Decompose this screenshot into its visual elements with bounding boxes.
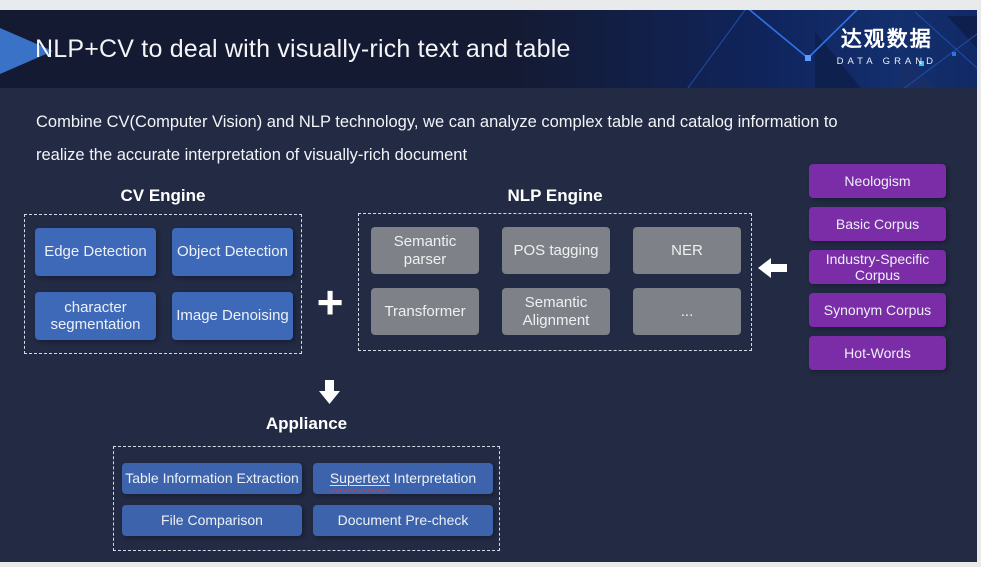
box-semantic-alignment: Semantic Alignment: [502, 288, 610, 335]
arrow-left-icon: [758, 258, 787, 278]
supertext-rest: Interpretation: [390, 470, 476, 486]
appliance-panel: Table Information Extraction Supertext I…: [113, 446, 500, 551]
box-object-detection: Object Detection: [172, 228, 293, 276]
logo-cn-text: 达观数据: [837, 27, 937, 53]
box-semantic-parser: Semantic parser: [371, 227, 479, 274]
box-basic-corpus: Basic Corpus: [809, 207, 946, 241]
box-edge-detection: Edge Detection: [35, 228, 156, 276]
box-pos-tagging: POS tagging: [502, 227, 610, 274]
box-hot-words: Hot-Words: [809, 336, 946, 370]
box-industry-specific-corpus: Industry-Specific Corpus: [809, 250, 946, 284]
slide-title: NLP+CV to deal with visually-rich text a…: [35, 10, 571, 88]
nlp-engine-title: NLP Engine: [358, 186, 752, 206]
box-document-pre-check: Document Pre-check: [313, 505, 493, 536]
description-paragraph: Combine CV(Computer Vision) and NLP tech…: [36, 106, 946, 172]
slide: NLP+CV to deal with visually-rich text a…: [0, 10, 977, 562]
box-synonym-corpus: Synonym Corpus: [809, 293, 946, 327]
box-file-comparison: File Comparison: [122, 505, 302, 536]
description-line-1: Combine CV(Computer Vision) and NLP tech…: [36, 106, 946, 139]
nlp-engine-panel: Semantic parser POS tagging NER Transfor…: [358, 213, 752, 351]
logo-en-text: DATA GRAND: [837, 56, 937, 67]
box-ner: NER: [633, 227, 741, 274]
box-character-segmentation: character segmentation: [35, 292, 156, 340]
appliance-title: Appliance: [113, 414, 500, 434]
box-ellipsis: ...: [633, 288, 741, 335]
cv-engine-panel: Edge Detection Object Detection characte…: [24, 214, 302, 354]
brand-logo: 达观数据 DATA GRAND: [837, 27, 937, 67]
box-neologism: Neologism: [809, 164, 946, 198]
box-supertext-interpretation: Supertext Interpretation: [313, 463, 493, 494]
box-table-information-extraction: Table Information Extraction: [122, 463, 302, 494]
slide-header: NLP+CV to deal with visually-rich text a…: [0, 10, 977, 88]
corpus-stack: Neologism Basic Corpus Industry-Specific…: [809, 164, 946, 370]
page-canvas: NLP+CV to deal with visually-rich text a…: [0, 0, 981, 567]
plus-icon: +: [304, 274, 356, 330]
supertext-word: Supertext: [330, 470, 390, 486]
box-image-denoising: Image Denoising: [172, 292, 293, 340]
cv-engine-title: CV Engine: [24, 186, 302, 206]
box-transformer: Transformer: [371, 288, 479, 335]
supertext-label: Supertext Interpretation: [330, 471, 476, 486]
arrow-down-icon: [319, 380, 340, 404]
